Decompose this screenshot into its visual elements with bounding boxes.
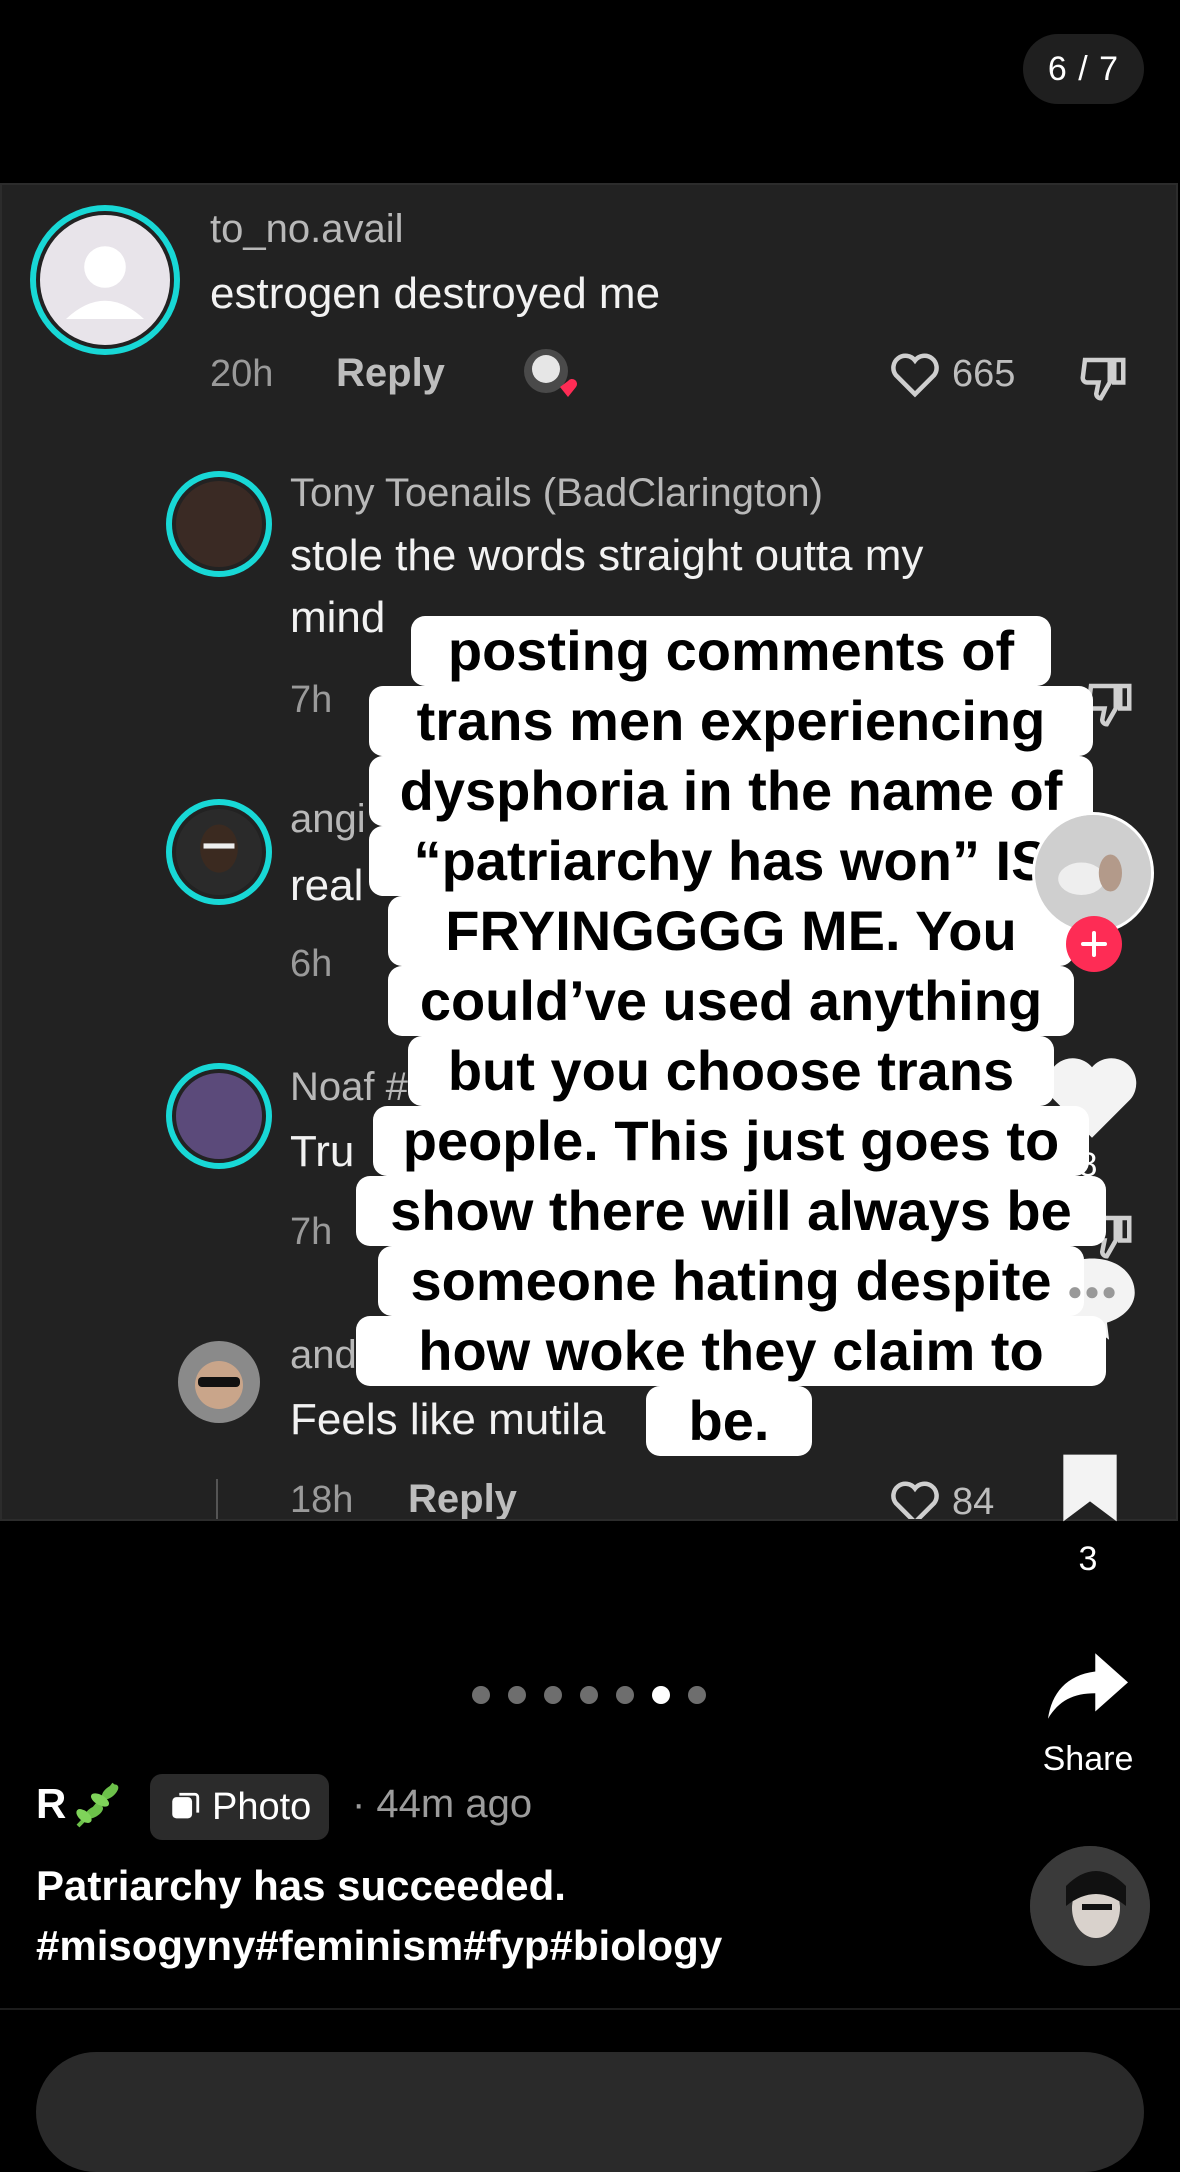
bookmark-count: 3 xyxy=(1078,1540,1098,1578)
post-title: Patriarchy has succeeded. xyxy=(36,1862,566,1909)
comment-time: 7h xyxy=(290,1211,333,1253)
commenter-avatar xyxy=(166,471,272,577)
author-name[interactable]: R xyxy=(36,1776,124,1832)
photo-type-chip: Photo xyxy=(150,1774,330,1840)
comment-time: 7h xyxy=(290,679,333,721)
caption-line: how woke they claim to xyxy=(356,1316,1106,1386)
caption-line: FRYINGGGG ME. You xyxy=(388,896,1074,966)
like-count: 8 xyxy=(1078,1146,1098,1184)
comment-like-count: 665 xyxy=(952,352,1016,395)
heart-outline-icon xyxy=(891,353,939,398)
carousel-dot[interactable] xyxy=(580,1686,598,1704)
creator-liked-icon xyxy=(520,345,582,407)
carousel-dot[interactable] xyxy=(688,1686,706,1704)
comment-username: to_no.avail xyxy=(210,207,404,251)
carousel-dot[interactable] xyxy=(472,1686,490,1704)
carousel-dot[interactable] xyxy=(616,1686,634,1704)
caption-line: dysphoria in the name of xyxy=(369,756,1093,826)
image-counter: 6 / 7 xyxy=(1023,34,1144,104)
bookmark-button[interactable] xyxy=(1056,1448,1124,1533)
comment-text: real xyxy=(290,861,364,910)
photo-icon xyxy=(172,1792,200,1819)
heart-outline-icon xyxy=(891,1481,939,1519)
comment-like-button[interactable]: 84 xyxy=(888,1477,995,1521)
post-hashtags[interactable]: #misogyny#feminism#fyp#biology xyxy=(36,1922,722,1970)
herb-emoji-icon xyxy=(76,1782,119,1828)
heart-icon xyxy=(1047,1058,1137,1138)
follow-button[interactable] xyxy=(1066,916,1122,972)
caption-line: “patriarchy has won” IS xyxy=(369,826,1093,896)
comment-time: 18h xyxy=(290,1479,354,1521)
comment-text: estrogen destroyed me xyxy=(210,269,661,318)
thread-line xyxy=(216,1479,218,1519)
photo-chip-label: Photo xyxy=(212,1785,312,1828)
caption-line: posting comments of xyxy=(411,616,1051,686)
share-label[interactable]: Share xyxy=(1018,1740,1158,1779)
caption-line: but you choose trans xyxy=(408,1036,1054,1106)
music-disc-avatar[interactable] xyxy=(1030,1846,1150,1966)
commenter-avatar xyxy=(178,1341,260,1423)
author-name-text: R xyxy=(36,1780,67,1827)
commenter-avatar xyxy=(166,799,272,905)
reply-button[interactable]: Reply xyxy=(408,1477,517,1519)
comment-username: Noaf # xyxy=(290,1065,408,1109)
dislike-icon[interactable] xyxy=(1076,351,1130,410)
caption-line: trans men experiencing xyxy=(369,686,1093,756)
comment-username: and xyxy=(290,1333,357,1377)
commenter-avatar xyxy=(30,205,180,355)
carousel-dots xyxy=(472,1686,706,1704)
caption-line: people. This just goes to xyxy=(373,1106,1089,1176)
comment-text: stole the words straight outta my xyxy=(290,531,924,580)
caption-line: could’ve used anything xyxy=(388,966,1074,1036)
bookmark-icon xyxy=(1063,1454,1117,1522)
comment-like-button[interactable]: 665 xyxy=(888,349,1015,399)
carousel-dot[interactable] xyxy=(508,1686,526,1704)
comment-time: 6h xyxy=(290,943,333,985)
comment-button[interactable] xyxy=(1040,1250,1144,1349)
commenter-avatar xyxy=(166,1063,272,1169)
comment-text: mind xyxy=(290,593,386,642)
comment-text: Tru xyxy=(290,1127,355,1176)
carousel-dot[interactable] xyxy=(544,1686,562,1704)
comment-input-bar[interactable] xyxy=(36,2052,1144,2172)
share-arrow-icon xyxy=(1048,1653,1128,1719)
comment-time: 20h xyxy=(210,353,274,395)
comment-text: Feels like mutila xyxy=(290,1395,606,1444)
post-time: · 44m ago xyxy=(352,1782,533,1826)
like-button[interactable] xyxy=(1040,1048,1144,1147)
caption-line: someone hating despite xyxy=(378,1246,1084,1316)
divider xyxy=(0,2008,1180,2010)
caption-line: show there will always be xyxy=(356,1176,1106,1246)
comment-username: Tony Toenails (BadClarington) xyxy=(290,471,823,515)
caption-line: be. xyxy=(646,1386,812,1456)
share-button[interactable] xyxy=(1044,1646,1132,1731)
carousel-dot-active[interactable] xyxy=(652,1686,670,1704)
reply-button[interactable]: Reply xyxy=(336,351,445,396)
comment-like-count: 84 xyxy=(952,1480,995,1521)
comment-username: angi xyxy=(290,797,366,841)
default-user-icon xyxy=(66,246,144,319)
plus-icon xyxy=(1081,931,1107,957)
comment-bubble-icon xyxy=(1049,1258,1135,1340)
